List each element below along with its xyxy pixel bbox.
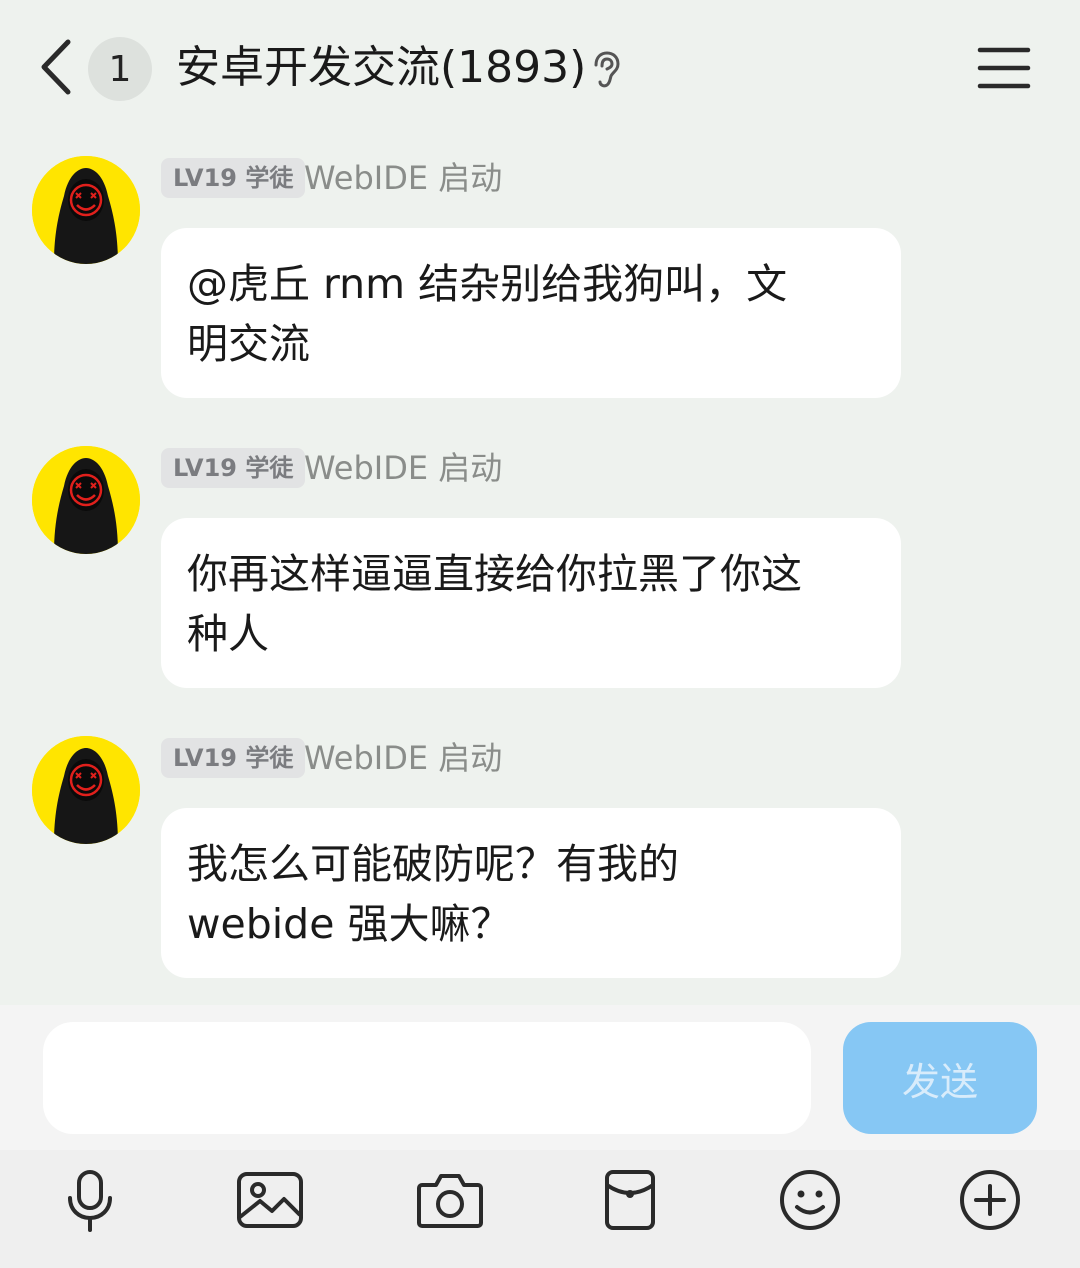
sender-nickname[interactable]: WebIDE 启动 — [304, 156, 502, 200]
back-button[interactable] — [36, 38, 76, 96]
composer-toolbar — [0, 1150, 1080, 1268]
chevron-left-icon — [41, 39, 71, 95]
menu-button[interactable] — [976, 44, 1032, 92]
avatar[interactable] — [32, 736, 140, 844]
sender-nickname[interactable]: WebIDE 启动 — [304, 736, 502, 780]
image-icon — [237, 1172, 303, 1228]
plus-icon — [960, 1170, 1020, 1230]
message-text-line: webide 强大嘛？ — [187, 900, 512, 948]
hooded-figure-avatar-icon — [32, 736, 140, 844]
message-bubble[interactable]: 你再这样逼逼直接给你拉黑了你这 种人 — [161, 518, 901, 688]
emoji-button[interactable] — [772, 1164, 848, 1236]
unread-count-badge[interactable]: 1 — [88, 37, 152, 101]
message-text-line: 种人 — [187, 610, 269, 658]
more-button[interactable] — [952, 1164, 1028, 1236]
message-item: LV19 学徒 WebIDE 启动 我怎么可能破防呢？有我的 webide 强大… — [0, 736, 1080, 996]
red-packet-icon — [605, 1170, 655, 1230]
avatar[interactable] — [32, 156, 140, 264]
camera-icon — [417, 1174, 483, 1228]
message-item: LV19 学徒 WebIDE 启动 你再这样逼逼直接给你拉黑了你这 种人 — [0, 446, 1080, 706]
image-button[interactable] — [232, 1164, 308, 1236]
message-text-line: 我怎么可能破防呢？有我的 — [187, 840, 679, 888]
sender-nickname[interactable]: WebIDE 启动 — [304, 446, 502, 490]
message-bubble[interactable]: @虎丘 rnm 结杂别给我狗叫，文 明交流 — [161, 228, 901, 398]
level-badge: LV19 学徒 — [161, 738, 306, 778]
message-composer: 发送 — [0, 1005, 1080, 1150]
send-button[interactable]: 发送 — [843, 1022, 1037, 1134]
message-bubble[interactable]: 我怎么可能破防呢？有我的 webide 强大嘛？ — [161, 808, 901, 978]
group-title[interactable]: 安卓开发交流(1893) — [176, 38, 586, 98]
microphone-icon — [68, 1170, 112, 1232]
level-badge: LV19 学徒 — [161, 158, 306, 198]
hamburger-menu-icon — [977, 47, 1031, 89]
ear-icon[interactable] — [590, 50, 622, 90]
voice-button[interactable] — [52, 1164, 128, 1236]
message-input[interactable] — [43, 1022, 811, 1134]
hooded-figure-avatar-icon — [32, 156, 140, 264]
chat-header: 1 安卓开发交流(1893) — [0, 0, 1080, 135]
emoji-icon — [780, 1170, 840, 1230]
camera-button[interactable] — [412, 1164, 488, 1236]
message-item: LV19 学徒 WebIDE 启动 @虎丘 rnm 结杂别给我狗叫，文 明交流 — [0, 156, 1080, 416]
red-packet-button[interactable] — [592, 1164, 668, 1236]
message-text-line: @虎丘 rnm 结杂别给我狗叫，文 — [187, 260, 788, 308]
avatar[interactable] — [32, 446, 140, 554]
hooded-figure-avatar-icon — [32, 446, 140, 554]
message-text-line: 你再这样逼逼直接给你拉黑了你这 — [187, 550, 802, 598]
message-text-line: 明交流 — [187, 320, 310, 368]
level-badge: LV19 学徒 — [161, 448, 306, 488]
